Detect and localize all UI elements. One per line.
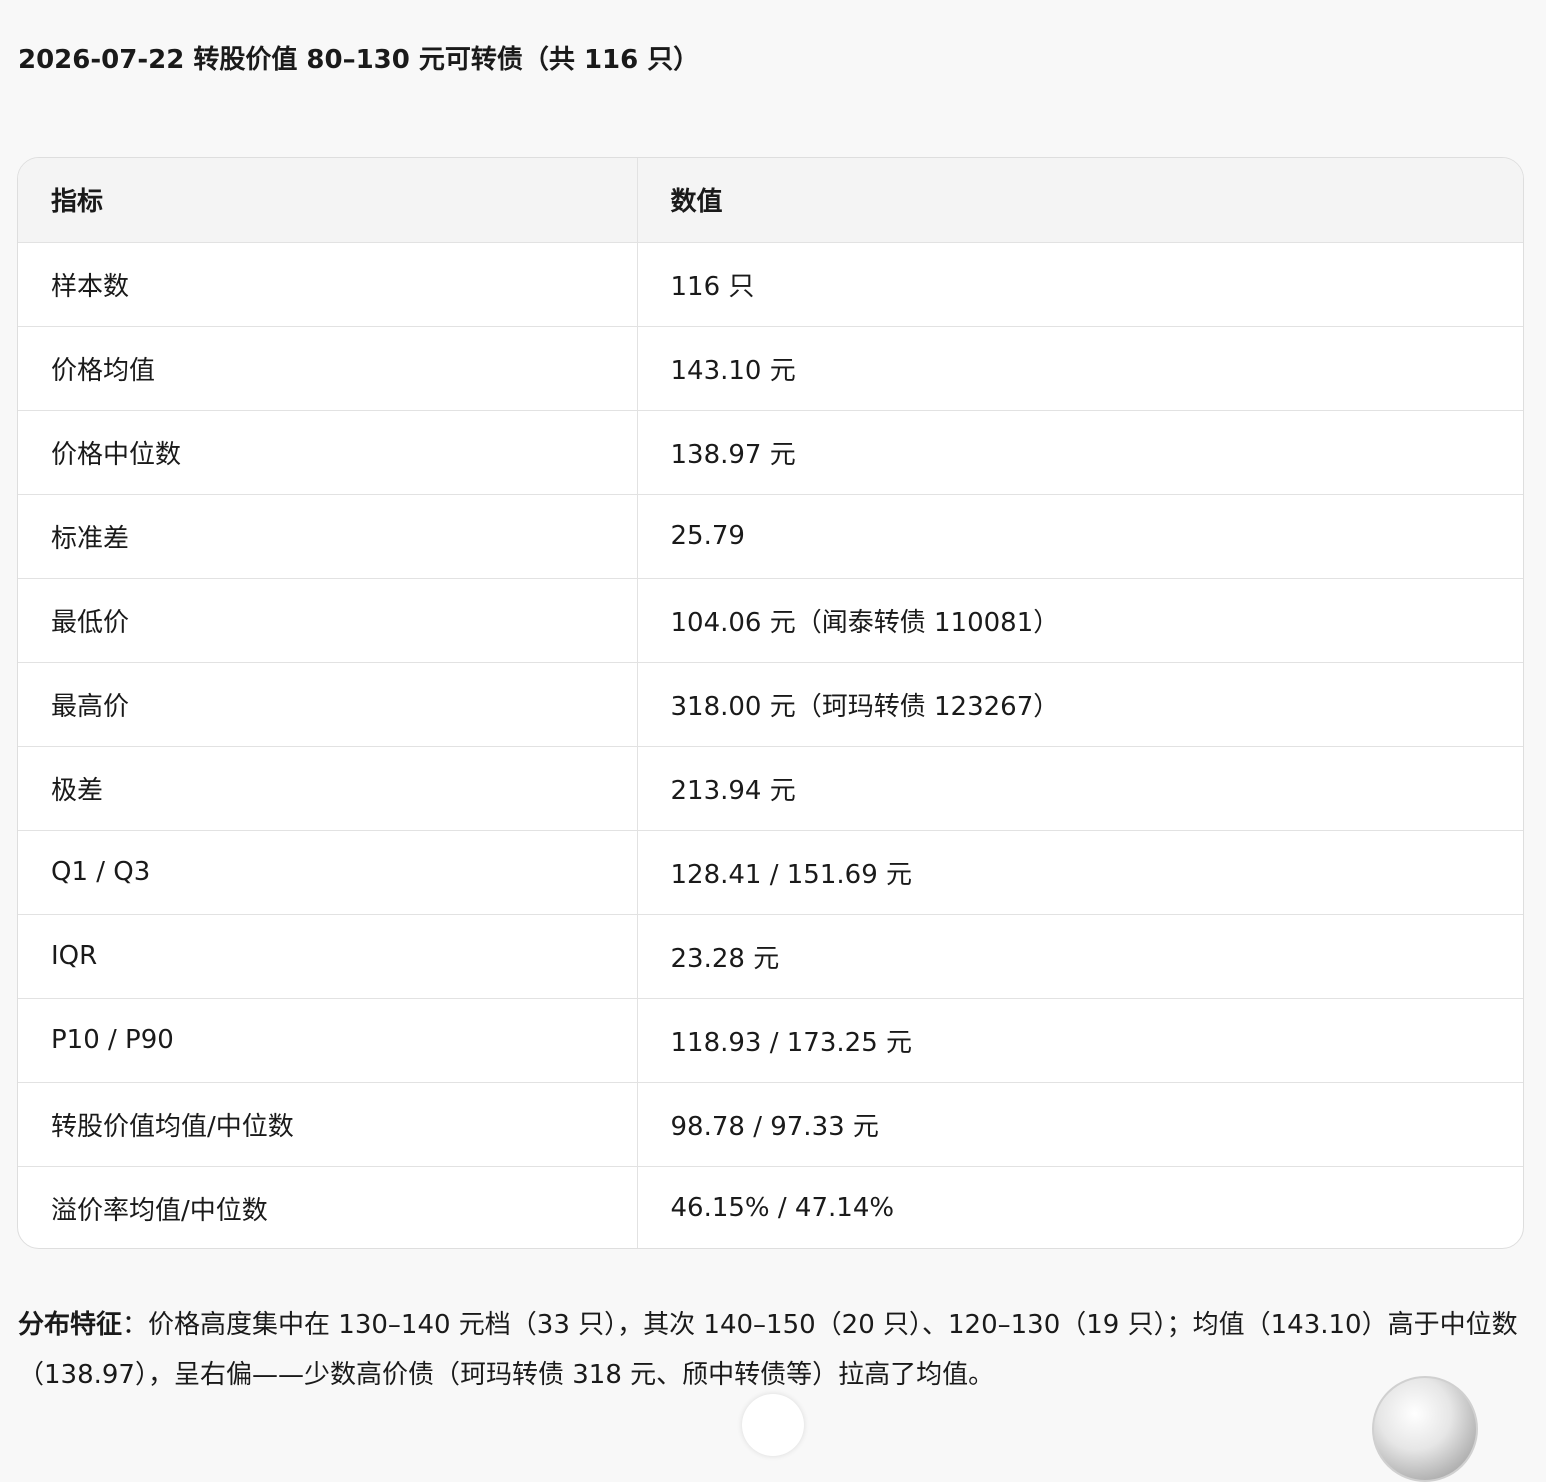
metric-value: 138.97 元: [636, 410, 1523, 495]
metric-value: 104.06 元（闻泰转债 110081）: [636, 578, 1523, 663]
metric-value: 118.93 / 173.25 元: [636, 998, 1523, 1083]
table-row: 极差 213.94 元: [18, 746, 1523, 831]
metric-label: 标准差: [18, 494, 637, 579]
metric-value: 98.78 / 97.33 元: [636, 1082, 1523, 1167]
metric-value: 23.28 元: [636, 914, 1523, 999]
metric-label: 溢价率均值/中位数: [51, 1195, 268, 1226]
metric-value: 128.41 / 151.69 元: [636, 830, 1523, 915]
metric-label: 最高价: [18, 662, 637, 747]
table-row: 价格中位数 138.97 元: [18, 410, 1523, 495]
table-row: 标准差 25.79: [18, 494, 1523, 579]
stats-table: 指标 数值 样本数 116 只 价格均值 143.10 元 价格中位数 138.…: [18, 158, 1523, 1248]
clipped-previous-line: [18, 0, 1528, 8]
summary-lead: 分布特征: [18, 1310, 123, 1340]
metric-label: 最低价: [18, 578, 637, 663]
metric-label: 转股价值均值/中位数: [18, 1082, 637, 1167]
table-row: IQR 23.28 元: [18, 914, 1523, 999]
table-row: P10 / P90 118.93 / 173.25 元: [18, 998, 1523, 1083]
metric-label: Q1 / Q3: [18, 830, 637, 915]
scroll-to-bottom-button[interactable]: [742, 1394, 804, 1456]
table-row: 价格均值 143.10 元: [18, 326, 1523, 411]
metric-label: 样本数: [18, 242, 637, 327]
distribution-summary: 分布特征：价格高度集中在 130–140 元档（33 只），其次 140–150…: [18, 1300, 1528, 1400]
table-row: 溢价率均值/中位数 46.15% / 47.14%: [18, 1166, 1523, 1248]
table-row: 最高价 318.00 元（珂玛转债 123267）: [18, 662, 1523, 747]
metric-label: 极差: [18, 746, 637, 831]
summary-text: ：价格高度集中在 130–140 元档（33 只），其次 140–150（20 …: [18, 1310, 1518, 1390]
metric-label: P10 / P90: [18, 998, 637, 1083]
table-row: 转股价值均值/中位数 98.78 / 97.33 元: [18, 1082, 1523, 1167]
assistant-avatar-icon: [1372, 1376, 1478, 1482]
table-header-row: 指标 数值: [18, 158, 1523, 243]
column-header-value: 数值: [636, 158, 1523, 243]
table-row: 样本数 116 只: [18, 242, 1523, 327]
stats-table-container: 指标 数值 样本数 116 只 价格均值 143.10 元 价格中位数 138.…: [17, 157, 1524, 1249]
metric-label: 价格中位数: [18, 410, 637, 495]
table-row: Q1 / Q3 128.41 / 151.69 元: [18, 830, 1523, 915]
metric-value: 116 只: [636, 242, 1523, 327]
metric-value: 213.94 元: [636, 746, 1523, 831]
section-heading: 2026-07-22 转股价值 80–130 元可转债（共 116 只）: [18, 45, 700, 75]
metric-value: 143.10 元: [636, 326, 1523, 411]
metric-value: 25.79: [636, 494, 1523, 579]
metric-value: 46.15% / 47.14%: [636, 1166, 1523, 1248]
column-header-metric: 指标: [18, 158, 637, 243]
metric-label: 价格均值: [18, 326, 637, 411]
metric-value: 318.00 元（珂玛转债 123267）: [636, 662, 1523, 747]
metric-label: IQR: [18, 914, 637, 999]
table-row: 最低价 104.06 元（闻泰转债 110081）: [18, 578, 1523, 663]
